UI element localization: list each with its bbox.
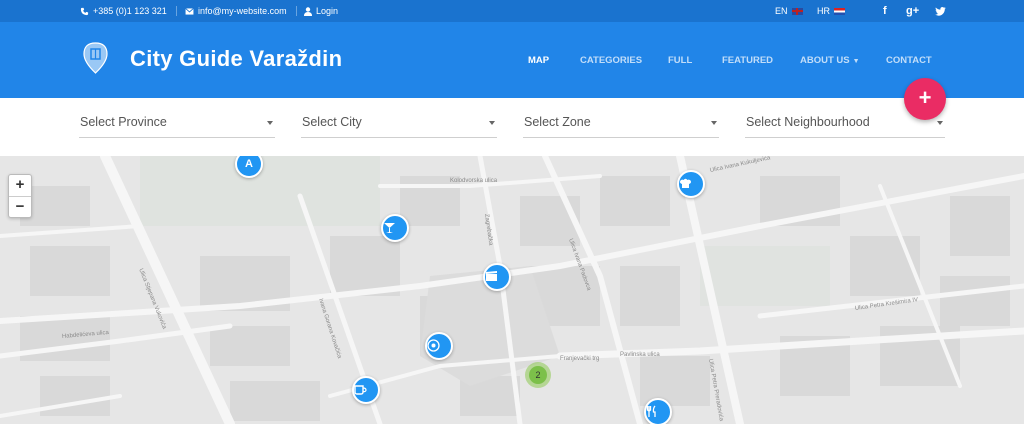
street-label: Kolodvorska ulica bbox=[450, 178, 498, 184]
city-select-label: Select City bbox=[302, 115, 362, 129]
zoom-out-button[interactable]: − bbox=[9, 196, 31, 217]
neighbourhood-select-label: Select Neighbourhood bbox=[746, 115, 870, 129]
zoom-control: + − bbox=[8, 174, 32, 218]
map-view[interactable]: Ulica Stjepana Vukovića Kolodvorska ulic… bbox=[0, 156, 1024, 424]
phone-number: +385 (0)1 123 321 bbox=[93, 6, 167, 16]
site-header: City Guide Varaždin MAP CATEGORIES FULL … bbox=[0, 22, 1024, 98]
cocktail-icon[interactable] bbox=[381, 214, 409, 242]
add-listing-button[interactable]: + bbox=[904, 78, 946, 120]
divider bbox=[296, 6, 297, 16]
nav-about-us[interactable]: ABOUT US ▼ bbox=[800, 55, 860, 66]
language-en[interactable]: EN bbox=[775, 6, 803, 16]
facebook-icon[interactable]: f bbox=[883, 5, 887, 17]
phone-contact[interactable]: +385 (0)1 123 321 bbox=[80, 6, 167, 16]
nav-featured[interactable]: FEATURED bbox=[722, 55, 773, 66]
cutlery-icon[interactable] bbox=[644, 398, 672, 424]
language-hr-label: HR bbox=[817, 6, 830, 16]
cinema-icon[interactable] bbox=[483, 263, 511, 291]
login-label: Login bbox=[316, 6, 339, 16]
chevron-down-icon bbox=[267, 121, 273, 125]
street-label: Pavlinska ulica bbox=[620, 352, 660, 358]
nav-full[interactable]: FULL bbox=[668, 55, 692, 66]
nav-about-us-label: ABOUT US bbox=[800, 55, 850, 66]
envelope-icon bbox=[185, 7, 194, 15]
nav-contact[interactable]: CONTACT bbox=[886, 55, 932, 66]
cluster-count: 2 bbox=[529, 366, 547, 384]
croatia-flag-icon bbox=[834, 7, 845, 15]
zone-select-label: Select Zone bbox=[524, 115, 591, 129]
zone-select[interactable]: Select Zone bbox=[523, 108, 719, 138]
top-bar: +385 (0)1 123 321 info@my-website.com Lo… bbox=[0, 0, 1024, 22]
chevron-down-icon bbox=[937, 121, 943, 125]
site-title[interactable]: City Guide Varaždin bbox=[130, 46, 342, 72]
email-address: info@my-website.com bbox=[198, 6, 287, 16]
province-select-label: Select Province bbox=[80, 115, 167, 129]
language-hr[interactable]: HR bbox=[817, 6, 845, 16]
twitter-icon[interactable] bbox=[935, 7, 946, 16]
city-select[interactable]: Select City bbox=[301, 108, 497, 138]
street-label: Franjevački trg bbox=[560, 356, 600, 362]
zoom-in-button[interactable]: + bbox=[9, 175, 31, 196]
compass-icon[interactable] bbox=[425, 332, 453, 360]
user-icon bbox=[304, 6, 312, 16]
phone-icon bbox=[80, 7, 89, 15]
uk-flag-icon bbox=[791, 7, 803, 15]
chef-hat-icon[interactable] bbox=[677, 170, 705, 198]
divider bbox=[176, 6, 177, 16]
chevron-down-icon bbox=[489, 121, 495, 125]
marker-cluster[interactable]: 2 bbox=[525, 362, 551, 388]
coffee-icon[interactable] bbox=[352, 376, 380, 404]
chevron-down-icon: ▼ bbox=[852, 58, 860, 65]
language-en-label: EN bbox=[775, 6, 788, 16]
province-select[interactable]: Select Province bbox=[79, 108, 275, 138]
login-link[interactable]: Login bbox=[304, 6, 338, 16]
chevron-down-icon bbox=[711, 121, 717, 125]
nav-categories[interactable]: CATEGORIES bbox=[580, 55, 642, 66]
filter-bar: Select Province Select City Select Zone … bbox=[0, 98, 1024, 156]
city-map-pin-icon[interactable] bbox=[82, 42, 109, 74]
email-contact[interactable]: info@my-website.com bbox=[185, 6, 287, 16]
google-plus-icon[interactable]: g+ bbox=[906, 5, 919, 17]
nav-map[interactable]: MAP bbox=[528, 55, 549, 66]
map-tiles bbox=[0, 156, 1024, 424]
